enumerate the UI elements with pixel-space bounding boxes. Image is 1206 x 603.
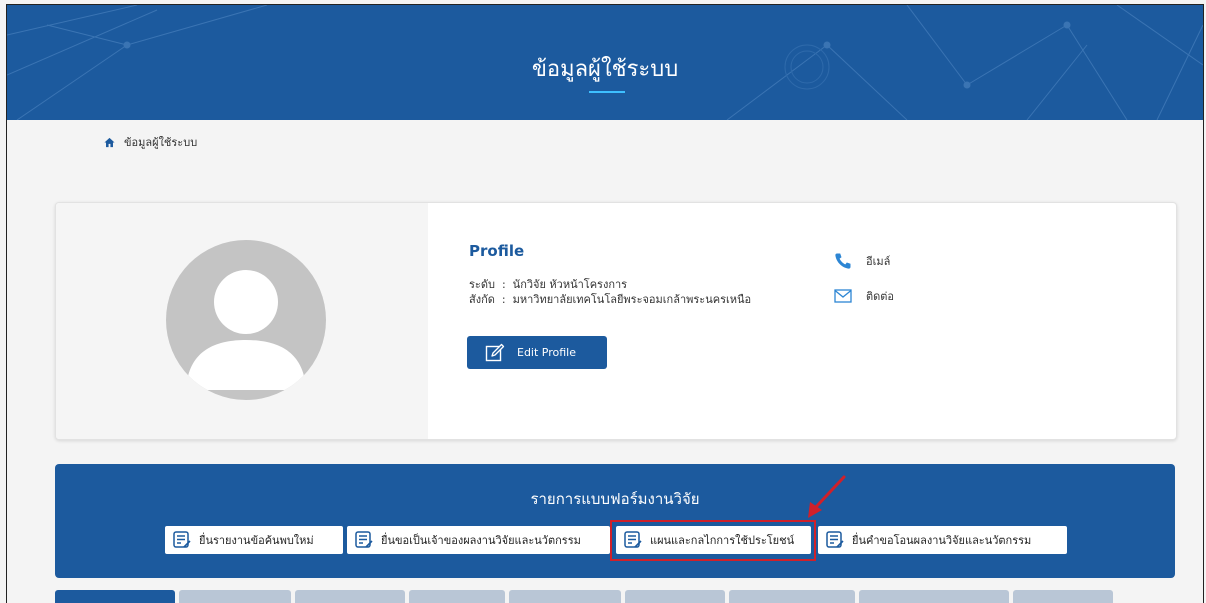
contact-label[interactable]: ติดต่อ — [866, 287, 894, 305]
profile-card: Profile ระดับ : นักวิจัย หัวหน้าโครงการ … — [55, 202, 1177, 440]
email-row: อีเมล์ — [834, 252, 890, 270]
tab-item[interactable] — [55, 590, 175, 603]
page-banner: ข้อมูลผู้ใช้ระบบ — [7, 5, 1203, 120]
new-findings-report-button[interactable]: ยื่นรายงานข้อค้นพบใหม่ — [165, 526, 343, 554]
profile-heading: Profile — [469, 242, 525, 260]
form-button-label: ยื่นขอเป็นเจ้าของผลงานวิจัยและนวัตกรรม — [381, 534, 581, 547]
affiliation-value: มหาวิทยาลัยเทคโนโลยีพระจอมเกล้าพระนครเหน… — [512, 293, 752, 306]
email-label[interactable]: อีเมล์ — [866, 252, 890, 270]
tab-item[interactable] — [179, 590, 291, 603]
affiliation-line: สังกัด : มหาวิทยาลัยเทคโนโลยีพระจอมเกล้า… — [469, 290, 751, 308]
tab-item[interactable] — [859, 590, 1009, 603]
document-icon — [355, 531, 373, 548]
tab-item[interactable] — [509, 590, 621, 603]
breadcrumb-current: ข้อมูลผู้ใช้ระบบ — [124, 136, 198, 149]
research-forms-panel: รายการแบบฟอร์มงานวิจัย ยื่นรายงานข้อค้นพ… — [55, 464, 1175, 578]
app-frame: ข้อมูลผู้ใช้ระบบ ข้อมูลผู้ใช้ระบบ Profil… — [6, 4, 1204, 603]
tab-item[interactable] — [1013, 590, 1113, 603]
tab-item[interactable] — [729, 590, 855, 603]
home-icon[interactable] — [104, 137, 115, 148]
title-underline — [589, 91, 625, 93]
breadcrumb: ข้อมูลผู้ใช้ระบบ — [104, 133, 197, 151]
contact-row: ติดต่อ — [834, 287, 894, 305]
forms-title: รายการแบบฟอร์มงานวิจัย — [530, 490, 700, 508]
page-title: ข้อมูลผู้ใช้ระบบ — [531, 57, 679, 82]
tab-item[interactable] — [295, 590, 405, 603]
edit-profile-button[interactable]: Edit Profile — [467, 336, 607, 369]
research-ownership-button[interactable]: ยื่นขอเป็นเจ้าของผลงานวิจัยและนวัตกรรม — [347, 526, 610, 554]
edit-icon — [485, 343, 505, 361]
affiliation-separator: : — [501, 293, 506, 306]
affiliation-label: สังกัด — [469, 293, 495, 306]
mail-icon — [834, 289, 852, 303]
research-transfer-button[interactable]: ยื่นคำขอโอนผลงานวิจัยและนวัตกรรม — [818, 526, 1067, 554]
tab-item[interactable] — [625, 590, 725, 603]
avatar-pane — [56, 203, 428, 439]
form-button-label: ยื่นรายงานข้อค้นพบใหม่ — [199, 534, 314, 547]
document-icon — [173, 531, 191, 548]
user-silhouette-icon — [186, 270, 306, 390]
tab-strip — [55, 590, 1175, 603]
tab-item[interactable] — [409, 590, 505, 603]
avatar — [166, 240, 326, 400]
highlight-annotation-box — [610, 520, 816, 561]
document-icon — [826, 531, 844, 548]
form-button-label: ยื่นคำขอโอนผลงานวิจัยและนวัตกรรม — [852, 534, 1032, 547]
phone-icon — [835, 253, 851, 269]
edit-profile-label: Edit Profile — [517, 346, 577, 359]
